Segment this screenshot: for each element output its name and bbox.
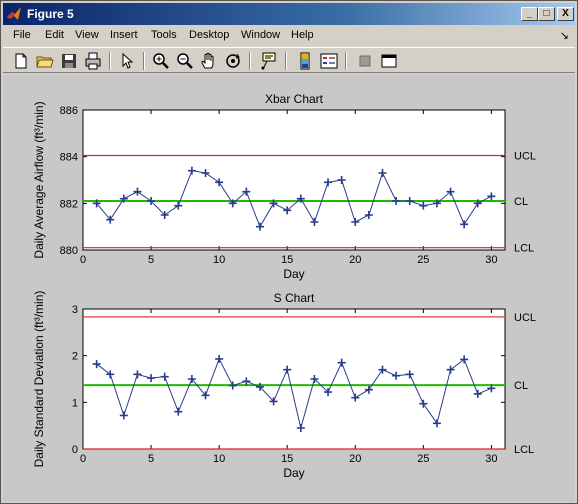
y-axis-label: Daily Average Airflow (ft³/min) [32,101,46,258]
x-tick-label: 0 [80,254,86,266]
y-tick-label: 1 [72,397,78,409]
ucl-label: UCL [514,151,536,163]
show-plot-tools-icon[interactable] [379,51,399,71]
menu-desktop[interactable]: Desktop [189,29,229,41]
x-tick-label: 0 [80,453,86,465]
center-label: CL [514,380,528,392]
x-tick-label: 5 [148,453,154,465]
dock-arrow-icon[interactable]: ↘ [560,29,569,42]
y-tick-label: 880 [60,245,78,257]
toolbar-separator [285,52,287,70]
x-tick-label: 15 [281,254,293,266]
x-axis-label: Day [283,267,304,281]
figure-canvas: 0 5 10 15 20 25 30 880 882 884 886 UCL CL LCL Xbar Cha… [3,75,575,501]
menu-bar: File Edit View Insert Tools Desktop Wind… [3,26,575,46]
matlab-logo-icon [7,7,21,20]
data-cursor-icon[interactable] [259,51,279,71]
y-tick-label: 882 [60,198,78,210]
insert-colorbar-icon[interactable] [295,51,315,71]
zoom-out-icon[interactable] [175,51,195,71]
figure-window: Figure 5 _ □ X File Edit View Insert Too… [0,0,578,504]
lcl-label: LCL [514,444,534,456]
chart-title: S Chart [274,291,315,305]
menu-help[interactable]: Help [291,29,314,41]
y-tick-label: 886 [60,105,78,117]
plot-canvas[interactable]: 0 5 10 15 20 25 30880882884886UCLCLLCLXbar Cha… [3,75,575,501]
title-bar[interactable]: Figure 5 _ □ X [3,3,575,25]
y-tick-label: 2 [72,351,78,363]
y-tick-label: 0 [72,444,78,456]
x-tick-label: 30 [485,453,497,465]
toolbar-separator [345,52,347,70]
y-axis-label: Daily Standard Deviation (ft³/min) [32,291,46,468]
y-tick-label: 3 [72,304,78,316]
x-tick-label: 20 [349,453,361,465]
pan-hand-icon[interactable] [199,51,219,71]
x-tick-label: 25 [417,453,429,465]
toolbar-separator [143,52,145,70]
hide-plot-tools-icon[interactable] [355,51,375,71]
toolbar-separator [249,52,251,70]
rotate-3d-icon[interactable] [223,51,243,71]
save-icon[interactable] [59,51,79,71]
x-tick-label: 15 [281,453,293,465]
open-file-icon[interactable] [35,51,55,71]
axes-box [82,109,506,251]
zoom-in-icon[interactable] [151,51,171,71]
insert-legend-icon[interactable] [319,51,339,71]
chart-title: Xbar Chart [265,92,324,106]
figure-toolbar [3,47,575,73]
axes-box [82,308,506,450]
x-tick-label: 10 [213,254,225,266]
toolbar-separator [109,52,111,70]
edit-plot-arrow-icon[interactable] [117,51,137,71]
menu-window[interactable]: Window [241,29,280,41]
x-tick-label: 5 [148,254,154,266]
x-tick-label: 25 [417,254,429,266]
print-icon[interactable] [83,51,103,71]
x-tick-label: 10 [213,453,225,465]
maximize-button[interactable]: □ [538,7,555,21]
menu-tools[interactable]: Tools [151,29,177,41]
y-tick-label: 884 [60,152,78,164]
ucl-label: UCL [514,312,536,324]
new-figure-icon[interactable] [11,51,31,71]
menu-view[interactable]: View [75,29,99,41]
lcl-label: LCL [514,243,534,255]
window-title: Figure 5 [27,7,74,21]
minimize-button[interactable]: _ [521,7,538,21]
menu-insert[interactable]: Insert [110,29,138,41]
center-label: CL [514,196,528,208]
close-button[interactable]: X [557,7,574,21]
menu-file[interactable]: File [13,29,31,41]
x-tick-label: 30 [485,254,497,266]
x-axis-label: Day [283,466,304,480]
menu-edit[interactable]: Edit [45,29,64,41]
x-tick-label: 20 [349,254,361,266]
